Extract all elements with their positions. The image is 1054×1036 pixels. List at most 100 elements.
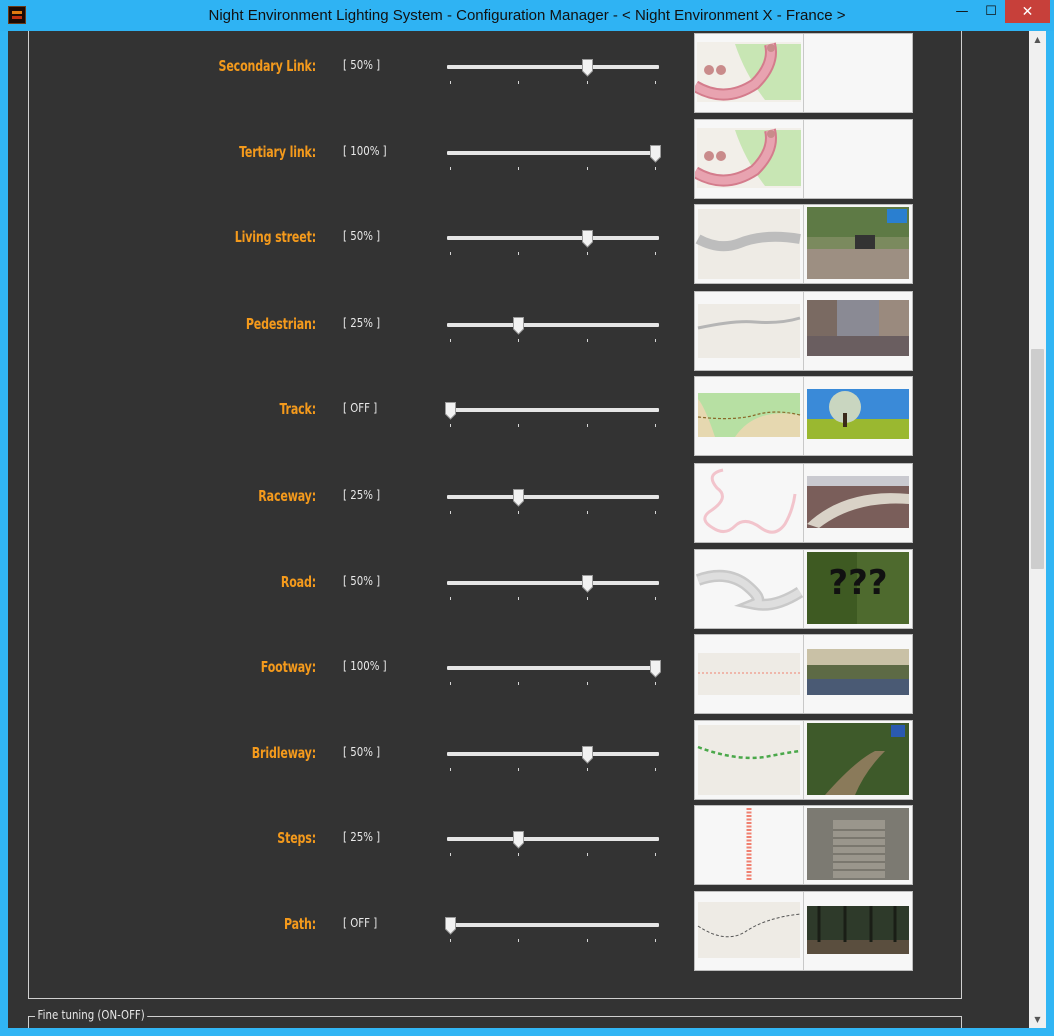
road-preview [694, 634, 913, 714]
road-type-row: Road: [ 50% ] ??? [8, 547, 1008, 633]
slider-track[interactable] [447, 495, 659, 499]
street-photo-image [805, 205, 912, 283]
road-preview [694, 119, 913, 199]
window-title: Night Environment Lighting System - Conf… [208, 7, 846, 24]
svg-text:???: ??? [828, 563, 887, 603]
scroll-thumb[interactable] [1031, 349, 1044, 569]
road-type-row: Bridleway: [ 50% ] [8, 718, 1008, 804]
client-area: Secondary Link: [ 50% ] Tertiary link: [ 1… [8, 31, 1046, 1028]
slider-thumb[interactable] [581, 59, 593, 77]
slider-thumb[interactable] [513, 489, 525, 507]
slider-tick [450, 853, 451, 856]
slider-tick [450, 682, 451, 685]
road-type-row: Steps: [ 25% ] [8, 803, 1008, 889]
slider-tick [586, 511, 588, 514]
road-type-label: Pedestrian: [245, 315, 316, 333]
slider-thumb[interactable] [581, 230, 593, 248]
slider-tick [450, 81, 451, 84]
intensity-slider[interactable] [445, 660, 661, 690]
slider-track[interactable] [447, 236, 659, 240]
slider-tick [655, 81, 656, 84]
slider-tick [518, 768, 520, 771]
intensity-slider[interactable] [445, 917, 661, 947]
road-type-row: Track: [ OFF ] [8, 374, 1008, 460]
none-image [805, 34, 912, 112]
road-type-row: Raceway: [ 25% ] [8, 461, 1008, 547]
slider-tick [586, 339, 588, 342]
none-image [805, 120, 912, 198]
intensity-slider[interactable] [445, 317, 661, 347]
slider-track[interactable] [447, 923, 659, 927]
road-preview: ??? [694, 549, 913, 629]
road-type-row: Path: [ OFF ] [8, 889, 1008, 975]
steps-map-image [695, 806, 804, 884]
road-preview [694, 33, 913, 113]
road-type-row: Pedestrian: [ 25% ] [8, 289, 1008, 375]
slider-track[interactable] [447, 581, 659, 585]
intensity-slider[interactable] [445, 489, 661, 519]
slider-thumb[interactable] [445, 917, 456, 935]
road-preview [694, 805, 913, 885]
slider-tick [586, 853, 588, 856]
slider-tick [586, 81, 588, 84]
slider-thumb[interactable] [445, 402, 456, 420]
close-button[interactable]: ✕ [1005, 0, 1050, 23]
road-type-label: Living street: [234, 228, 316, 246]
road-preview [694, 204, 913, 284]
slider-tick [655, 339, 656, 342]
slider-thumb[interactable] [650, 660, 661, 678]
intensity-slider[interactable] [445, 575, 661, 605]
scroll-up-icon[interactable]: ▲ [1029, 31, 1046, 48]
slider-thumb[interactable] [650, 145, 661, 163]
road-type-label: Bridleway: [251, 744, 316, 762]
scroll-down-icon[interactable]: ▼ [1029, 1011, 1046, 1028]
road-type-row: Footway: [ 100% ] [8, 632, 1008, 718]
slider-thumb[interactable] [581, 575, 593, 593]
intensity-value: [ OFF ] [343, 401, 378, 415]
slider-track[interactable] [447, 65, 659, 69]
intensity-slider[interactable] [445, 59, 661, 89]
slider-tick [518, 252, 520, 255]
slider-thumb[interactable] [513, 831, 525, 849]
link-map-image [695, 34, 804, 112]
road-preview [694, 376, 913, 456]
road-preview [694, 291, 913, 371]
slider-tick [450, 339, 451, 342]
maximize-button[interactable]: ☐ [977, 0, 1005, 23]
road-type-row: Tertiary link: [ 100% ] [8, 117, 1008, 203]
slider-track[interactable] [447, 752, 659, 756]
slider-track[interactable] [447, 666, 659, 670]
stadium-photo-image [805, 464, 912, 542]
intensity-slider[interactable] [445, 230, 661, 260]
slider-tick [655, 511, 656, 514]
intensity-value: [ 100% ] [343, 144, 387, 158]
slider-thumb[interactable] [513, 317, 525, 335]
slider-tick [450, 768, 451, 771]
slider-tick [655, 424, 656, 427]
raceway-map-image [695, 464, 804, 542]
vertical-scrollbar[interactable]: ▲ ▼ [1029, 31, 1046, 1028]
intensity-slider[interactable] [445, 831, 661, 861]
road-preview [694, 463, 913, 543]
intensity-slider[interactable] [445, 402, 661, 432]
grey-road-image [695, 205, 804, 283]
fine-tuning-legend: Fine tuning (ON-OFF) [35, 1008, 148, 1022]
slider-tick [586, 424, 588, 427]
path-map-image [695, 892, 804, 970]
intensity-slider[interactable] [445, 145, 661, 175]
slider-track[interactable] [447, 151, 659, 155]
slider-track[interactable] [447, 837, 659, 841]
road-type-label: Secondary Link: [218, 57, 317, 75]
slider-tick [586, 939, 588, 942]
slider-tick [450, 939, 451, 942]
slider-tick [518, 339, 520, 342]
slider-thumb[interactable] [581, 746, 593, 764]
road-type-row: Secondary Link: [ 50% ] [8, 31, 1008, 117]
intensity-value: [ 100% ] [343, 659, 387, 673]
intensity-slider[interactable] [445, 746, 661, 776]
slider-track[interactable] [447, 408, 659, 412]
slider-tick [655, 252, 656, 255]
slider-track[interactable] [447, 323, 659, 327]
minimize-button[interactable]: — [947, 0, 977, 23]
slider-tick [586, 167, 588, 170]
